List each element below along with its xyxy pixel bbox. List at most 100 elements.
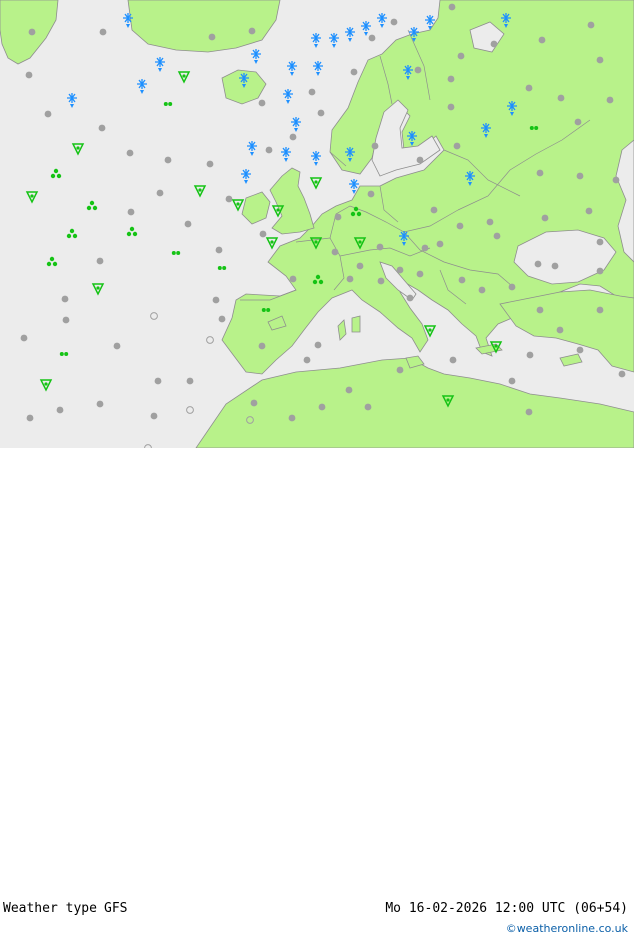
overcast-dot-icon bbox=[250, 399, 258, 407]
overcast-dot-icon bbox=[525, 84, 533, 92]
overcast-dot-icon bbox=[596, 267, 604, 275]
overcast-dot-icon bbox=[406, 294, 414, 302]
overcast-dot-icon bbox=[478, 286, 486, 294]
overcast-dot-icon bbox=[416, 270, 424, 278]
overcast-dot-icon bbox=[350, 68, 358, 76]
overcast-dot-icon bbox=[346, 275, 354, 283]
overcast-dot-icon bbox=[486, 218, 494, 226]
overcast-dot-icon bbox=[126, 149, 134, 157]
valid-time-label: Mo 16-02-2026 12:00 UTC (06+54) bbox=[385, 901, 628, 916]
overcast-dot-icon bbox=[259, 230, 267, 238]
overcast-dot-icon bbox=[184, 220, 192, 228]
overcast-dot-icon bbox=[574, 118, 582, 126]
overcast-dot-icon bbox=[490, 40, 498, 48]
overcast-dot-icon bbox=[557, 94, 565, 102]
overcast-dot-icon bbox=[606, 96, 614, 104]
overcast-dot-icon bbox=[414, 66, 422, 74]
overcast-dot-icon bbox=[96, 257, 104, 265]
overcast-dot-icon bbox=[449, 356, 457, 364]
overcast-dot-icon bbox=[334, 213, 342, 221]
overcast-dot-icon bbox=[576, 346, 584, 354]
overcast-dot-icon bbox=[371, 142, 379, 150]
overcast-dot-icon bbox=[206, 160, 214, 168]
overcast-dot-icon bbox=[447, 103, 455, 111]
overcast-dot-icon bbox=[28, 28, 36, 36]
overcast-dot-icon bbox=[308, 88, 316, 96]
overcast-dot-icon bbox=[258, 99, 266, 107]
overcast-dot-icon bbox=[314, 341, 322, 349]
overcast-dot-icon bbox=[596, 238, 604, 246]
overcast-dot-icon bbox=[508, 377, 516, 385]
overcast-dot-icon bbox=[421, 244, 429, 252]
overcast-dot-icon bbox=[258, 342, 266, 350]
overcast-dot-icon bbox=[436, 240, 444, 248]
overcast-dot-icon bbox=[150, 412, 158, 420]
overcast-dot-icon bbox=[587, 21, 595, 29]
overcast-dot-icon bbox=[127, 208, 135, 216]
overcast-dot-icon bbox=[596, 306, 604, 314]
overcast-dot-icon bbox=[212, 296, 220, 304]
overcast-dot-icon bbox=[289, 275, 297, 283]
overcast-dot-icon bbox=[541, 214, 549, 222]
overcast-dot-icon bbox=[585, 207, 593, 215]
overcast-dot-icon bbox=[25, 71, 33, 79]
overcast-dot-icon bbox=[331, 248, 339, 256]
overcast-dot-icon bbox=[612, 176, 620, 184]
overcast-dot-icon bbox=[538, 36, 546, 44]
overcast-dot-icon bbox=[156, 189, 164, 197]
overcast-dot-icon bbox=[458, 276, 466, 284]
overcast-dot-icon bbox=[356, 262, 364, 270]
overcast-dot-icon bbox=[364, 403, 372, 411]
overcast-dot-icon bbox=[208, 33, 216, 41]
overcast-dot-icon bbox=[303, 356, 311, 364]
overcast-dot-icon bbox=[448, 3, 456, 11]
weather-map bbox=[0, 0, 634, 448]
overcast-dot-icon bbox=[536, 306, 544, 314]
overcast-dot-icon bbox=[96, 400, 104, 408]
overcast-dot-icon bbox=[493, 232, 501, 240]
overcast-dot-icon bbox=[556, 326, 564, 334]
overcast-dot-icon bbox=[288, 414, 296, 422]
overcast-dot-icon bbox=[551, 262, 559, 270]
overcast-dot-icon bbox=[318, 403, 326, 411]
overcast-dot-icon bbox=[154, 377, 162, 385]
overcast-dot-icon bbox=[526, 351, 534, 359]
overcast-dot-icon bbox=[164, 156, 172, 164]
overcast-dot-icon bbox=[99, 28, 107, 36]
overcast-dot-icon bbox=[396, 266, 404, 274]
model-label: GFS bbox=[104, 901, 128, 916]
overcast-dot-icon bbox=[56, 406, 64, 414]
overcast-dot-icon bbox=[377, 277, 385, 285]
overcast-dot-icon bbox=[390, 18, 398, 26]
overcast-dot-icon bbox=[26, 414, 34, 422]
overcast-dot-icon bbox=[457, 52, 465, 60]
overcast-dot-icon bbox=[289, 133, 297, 141]
overcast-dot-icon bbox=[367, 190, 375, 198]
overcast-dot-icon bbox=[225, 195, 233, 203]
overcast-dot-icon bbox=[576, 172, 584, 180]
product-label: Weather type bbox=[3, 901, 97, 916]
overcast-dot-icon bbox=[525, 408, 533, 416]
overcast-dot-icon bbox=[98, 124, 106, 132]
overcast-dot-icon bbox=[44, 110, 52, 118]
overcast-dot-icon bbox=[534, 260, 542, 268]
overcast-dot-icon bbox=[345, 386, 353, 394]
overcast-dot-icon bbox=[618, 370, 626, 378]
overcast-dot-icon bbox=[416, 156, 424, 164]
overcast-dot-icon bbox=[215, 246, 223, 254]
overcast-dot-icon bbox=[61, 295, 69, 303]
overcast-dot-icon bbox=[447, 75, 455, 83]
overcast-dot-icon bbox=[376, 243, 384, 251]
overcast-dot-icon bbox=[456, 222, 464, 230]
overcast-dot-icon bbox=[248, 27, 256, 35]
footer-bar: Weather type GFS Mo 16-02-2026 12:00 UTC… bbox=[0, 448, 634, 935]
overcast-dot-icon bbox=[396, 366, 404, 374]
overcast-dot-icon bbox=[453, 142, 461, 150]
overcast-dot-icon bbox=[218, 315, 226, 323]
overcast-dot-icon bbox=[113, 342, 121, 350]
credit-link[interactable]: ©weatheronline.co.uk bbox=[506, 922, 628, 935]
overcast-dot-icon bbox=[265, 146, 273, 154]
overcast-dot-icon bbox=[536, 169, 544, 177]
overcast-dot-icon bbox=[508, 283, 516, 291]
overcast-dot-icon bbox=[596, 56, 604, 64]
